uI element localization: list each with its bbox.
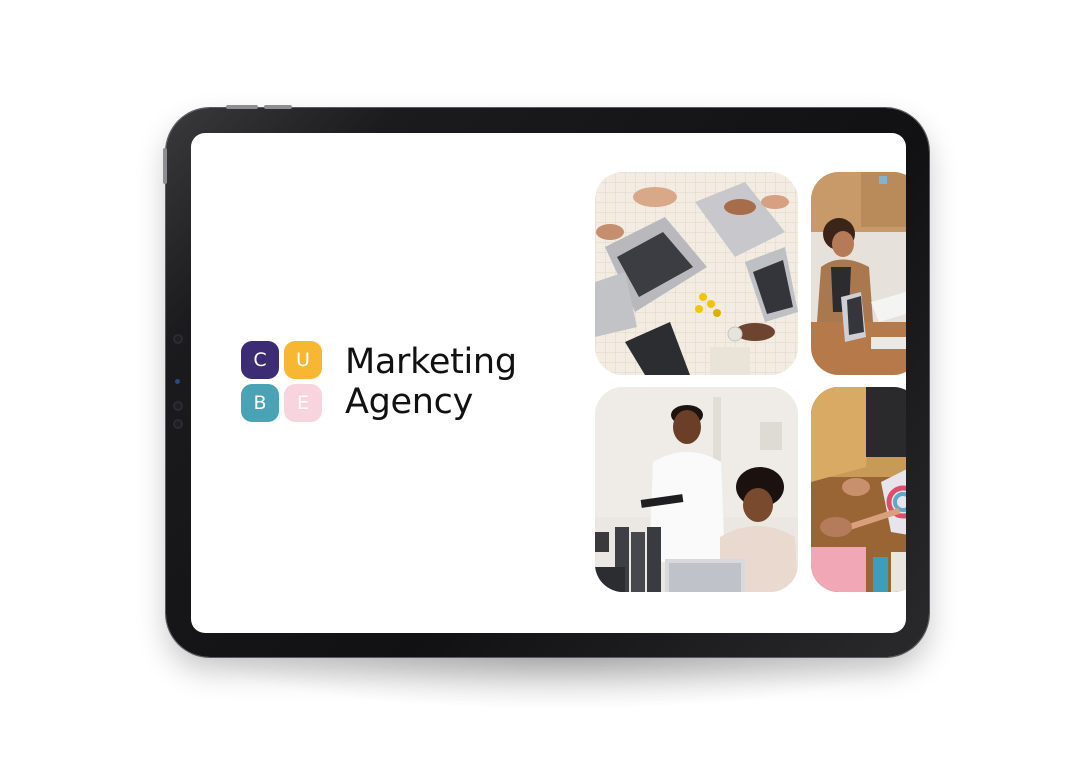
brand-wordmark: Marketing Agency <box>345 342 517 422</box>
camera-sensor <box>173 419 183 429</box>
brand-logo: C U B E Marketing Agency <box>241 341 517 422</box>
photo-colleagues-working <box>595 387 798 592</box>
cube-logo-mark: C U B E <box>241 341 322 422</box>
tablet-device: C U B E Marketing Agency <box>163 105 929 657</box>
wordmark-line-2: Agency <box>345 381 474 422</box>
logo-tile-e: E <box>284 384 322 422</box>
tablet-screen: C U B E Marketing Agency <box>191 133 906 633</box>
photo-design-swatches <box>811 387 906 592</box>
volume-button <box>226 105 258 109</box>
side-button <box>163 148 167 184</box>
wordmark-line-1: Marketing <box>345 341 517 382</box>
logo-tile-u: U <box>284 341 322 379</box>
logo-tile-c: C <box>241 341 279 379</box>
power-button <box>264 105 292 109</box>
camera-sensor <box>173 334 183 344</box>
logo-tile-b: B <box>241 384 279 422</box>
photo-woman-laptop <box>811 172 906 375</box>
camera-sensor <box>173 401 183 411</box>
photo-team-laptops <box>595 172 798 375</box>
camera-icon <box>175 379 180 384</box>
